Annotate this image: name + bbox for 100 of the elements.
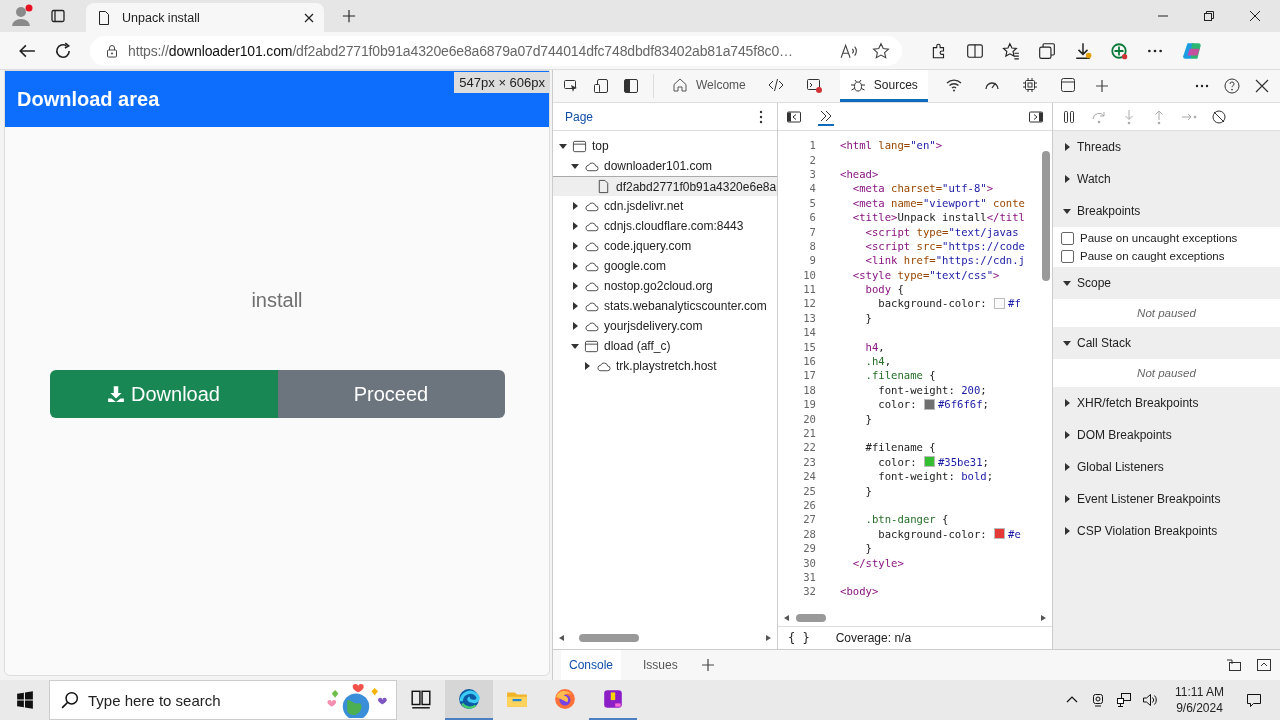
proceed-button[interactable]: Proceed (277, 370, 505, 418)
close-icon[interactable] (1254, 78, 1270, 94)
devtools-tab[interactable]: Sources (839, 70, 928, 102)
devtools-tab[interactable]: Welcome (668, 70, 750, 102)
scroll-left-icon[interactable] (784, 615, 790, 621)
notifications-icon[interactable] (1246, 692, 1262, 708)
color-swatch[interactable] (994, 298, 1006, 309)
toggle-navigator-icon[interactable] (786, 108, 802, 125)
collections-icon[interactable] (1038, 41, 1056, 60)
tree-item[interactable]: cdn.jsdelivr.net (553, 196, 777, 216)
collapsed-arrow-icon[interactable] (1063, 143, 1071, 151)
collapsed-arrow-icon[interactable] (583, 362, 591, 370)
tree-item[interactable]: df2abd2771f0b91a4320e6e8a (553, 176, 777, 196)
extension-icon[interactable] (1110, 41, 1128, 60)
collapsed-arrow-icon[interactable] (571, 242, 579, 250)
expanded-arrow-icon[interactable] (571, 342, 579, 350)
clock[interactable]: 11:11 AM 9/6/2024 (1175, 684, 1224, 716)
tree-item[interactable]: code.jquery.com (553, 236, 777, 256)
pause-icon[interactable] (1061, 108, 1077, 125)
address-field[interactable]: https://downloader101.com/df2abd2771f0b91a4320e6e8a6879a07d744014dfc748dbdf83402ab81a745f8c0… (90, 35, 902, 66)
drawer-toggle-icon[interactable] (1256, 657, 1272, 673)
search-field[interactable]: Type here to search (49, 680, 397, 720)
expanded-arrow-icon[interactable] (1063, 339, 1071, 347)
section-header[interactable]: Scope (1053, 267, 1280, 299)
download-button[interactable]: Download (49, 370, 278, 418)
lock-icon[interactable] (104, 42, 120, 59)
collapsed-arrow-icon[interactable] (1063, 463, 1071, 471)
reload-icon[interactable] (54, 41, 72, 60)
expanded-arrow-icon[interactable] (1063, 279, 1071, 287)
deactivate-breakpoints-icon[interactable] (1211, 108, 1227, 125)
profile-avatar[interactable] (10, 4, 34, 28)
network-icon[interactable] (1116, 692, 1133, 708)
volume-icon[interactable] (1142, 692, 1159, 708)
collapsed-arrow-icon[interactable] (571, 222, 579, 230)
color-swatch[interactable] (994, 528, 1006, 540)
split-screen-icon[interactable] (966, 41, 984, 60)
section-header[interactable]: Threads (1053, 131, 1280, 163)
tree-item[interactable]: yourjsdelivery.com (553, 316, 777, 336)
section-header[interactable]: Call Stack (1053, 327, 1280, 359)
tree-item[interactable]: cdnjs.cloudflare.com:8443 (553, 216, 777, 236)
tree-item[interactable]: downloader101.com (553, 156, 777, 176)
device-icon[interactable] (593, 78, 609, 94)
scroll-left-icon[interactable] (559, 635, 565, 641)
toggle-debugger-icon[interactable] (1028, 108, 1044, 125)
new-tab-icon[interactable] (342, 9, 356, 23)
star-icon[interactable] (872, 41, 890, 60)
close-icon[interactable] (304, 12, 314, 23)
collapsed-arrow-icon[interactable] (1063, 431, 1071, 439)
drawer-tab[interactable]: Issues (635, 650, 686, 680)
sidebar-icon[interactable] (623, 78, 639, 94)
section-header[interactable]: XHR/fetch Breakpoints (1053, 387, 1280, 419)
dock-icon[interactable] (1226, 657, 1242, 673)
section-header[interactable]: Event Listener Breakpoints (1053, 483, 1280, 515)
tree-item[interactable]: trk.playstretch.host (553, 356, 777, 376)
section-header[interactable]: CSP Violation Breakpoints (1053, 515, 1280, 547)
collapsed-arrow-icon[interactable] (1063, 399, 1071, 407)
drawer-tab[interactable]: Console (561, 650, 622, 680)
collapsed-arrow-icon[interactable] (1063, 175, 1071, 183)
add-tab-icon[interactable] (1093, 78, 1110, 94)
close-icon[interactable] (1250, 11, 1260, 21)
tab-actions-icon[interactable] (50, 8, 66, 24)
collapsed-arrow-icon[interactable] (1063, 495, 1071, 503)
checkbox[interactable] (1061, 249, 1074, 263)
collapsed-arrow-icon[interactable] (1063, 527, 1071, 535)
tree-item[interactable]: stats.webanalyticscounter.com (553, 296, 777, 316)
collapsed-arrow-icon[interactable] (571, 202, 579, 210)
color-swatch[interactable] (923, 456, 935, 468)
empty-state-text: Not paused (1137, 307, 1196, 319)
collapsed-arrow-icon[interactable] (571, 322, 579, 330)
start-icon[interactable] (16, 691, 34, 709)
download-icon[interactable] (1074, 41, 1092, 60)
tree-item[interactable]: nostop.go2cloud.org (553, 276, 777, 296)
tree-item[interactable]: top (553, 136, 777, 156)
scroll-right-icon[interactable] (1040, 615, 1046, 621)
scrollbar-thumb[interactable] (1042, 151, 1050, 281)
collapsed-arrow-icon[interactable] (571, 302, 579, 310)
read-aloud-icon[interactable] (840, 41, 858, 60)
format-button[interactable]: { } (786, 631, 812, 645)
browser-app-icon[interactable] (445, 680, 493, 720)
section-header[interactable]: Breakpoints (1053, 195, 1280, 227)
add-tab-icon[interactable] (699, 657, 716, 673)
scroll-right-icon[interactable] (765, 635, 771, 641)
section-header[interactable]: DOM Breakpoints (1053, 419, 1280, 451)
collapsed-arrow-icon[interactable] (571, 262, 579, 270)
expanded-arrow-icon[interactable] (571, 162, 579, 170)
collapsed-arrow-icon[interactable] (571, 282, 579, 290)
color-swatch[interactable] (923, 398, 935, 410)
expanded-arrow-icon[interactable] (559, 142, 567, 150)
checkbox[interactable] (1061, 231, 1074, 245)
restore-icon[interactable] (1204, 11, 1214, 21)
scrollbar-thumb[interactable] (579, 634, 639, 642)
tree-item[interactable]: dload (aff_c) (553, 336, 777, 356)
section-header[interactable]: Watch (1053, 163, 1280, 195)
section-header[interactable]: Global Listeners (1053, 451, 1280, 483)
scrollbar-thumb[interactable] (796, 614, 826, 622)
favorites-icon[interactable] (1002, 41, 1020, 60)
expanded-arrow-icon[interactable] (1063, 207, 1071, 215)
tree-item[interactable]: google.com (553, 256, 777, 276)
browser-tab[interactable]: Unpack install (86, 3, 324, 32)
help-icon[interactable] (1224, 78, 1240, 94)
